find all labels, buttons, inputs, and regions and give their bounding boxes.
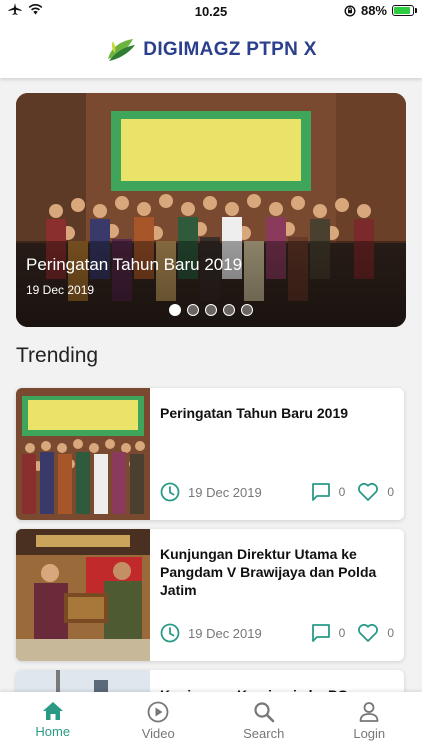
- article-date: 19 Dec 2019: [188, 484, 262, 500]
- article-thumbnail: [16, 388, 150, 520]
- carousel-dot[interactable]: [187, 304, 199, 316]
- carousel-title[interactable]: Peringatan Tahun Baru 2019: [26, 255, 242, 275]
- nav-video[interactable]: Video: [106, 692, 212, 750]
- nav-login-label: Login: [353, 726, 386, 741]
- nav-search-label: Search: [243, 726, 285, 741]
- carousel-dot[interactable]: [223, 304, 235, 316]
- app-header: DIGIMAGZ PTPN X: [0, 22, 422, 78]
- article-thumbnail: [16, 529, 150, 661]
- comment-icon[interactable]: [311, 482, 331, 502]
- clock-icon: [160, 482, 180, 502]
- heart-icon[interactable]: [357, 623, 379, 643]
- orientation-lock-icon: [344, 4, 356, 17]
- bottom-navigation: Home Video Search Login: [0, 692, 422, 750]
- carousel-dot[interactable]: [241, 304, 253, 316]
- article-meta: 19 Dec 2019 0 0: [160, 481, 394, 503]
- article-card[interactable]: Kunjungan Direktur Utama ke Pangdam V Br…: [16, 529, 404, 661]
- featured-carousel[interactable]: Peringatan Tahun Baru 2019 19 Dec 2019: [16, 93, 406, 327]
- status-right: 88%: [344, 3, 417, 18]
- carousel-date: 19 Dec 2019: [26, 283, 95, 297]
- play-circle-icon: [147, 701, 169, 723]
- nav-search[interactable]: Search: [211, 692, 317, 750]
- clock-icon: [160, 623, 180, 643]
- carousel-pagination: [16, 304, 406, 316]
- heart-icon[interactable]: [357, 482, 379, 502]
- carousel-dot[interactable]: [205, 304, 217, 316]
- brand-title: DIGIMAGZ PTPN X: [143, 39, 317, 60]
- article-title[interactable]: Kunjungan Direktur Utama ke Pangdam V Br…: [160, 545, 392, 599]
- article-date: 19 Dec 2019: [188, 625, 262, 641]
- battery-icon: [392, 5, 417, 16]
- like-count: 0: [387, 485, 394, 499]
- article-meta: 19 Dec 2019 0 0: [160, 622, 394, 644]
- carousel-dot[interactable]: [169, 304, 181, 316]
- person-icon: [359, 702, 379, 722]
- article-title[interactable]: Peringatan Tahun Baru 2019: [160, 404, 392, 422]
- comment-count: 0: [338, 485, 346, 499]
- comment-count: 0: [338, 626, 346, 640]
- battery-percent: 88%: [360, 3, 387, 18]
- nav-home-label: Home: [35, 724, 71, 739]
- like-count: 0: [387, 626, 394, 640]
- nav-video-label: Video: [141, 726, 175, 741]
- nav-login[interactable]: Login: [317, 692, 422, 750]
- brand-leaf-logo-icon: [108, 39, 136, 61]
- status-bar: 10.25 88%: [0, 0, 422, 22]
- nav-home[interactable]: Home: [0, 692, 106, 750]
- comment-icon[interactable]: [311, 623, 331, 643]
- search-icon: [254, 702, 275, 723]
- home-icon: [42, 702, 63, 720]
- trending-heading: Trending: [16, 344, 99, 367]
- article-card[interactable]: Peringatan Tahun Baru 2019 19 Dec 2019 0…: [16, 388, 404, 520]
